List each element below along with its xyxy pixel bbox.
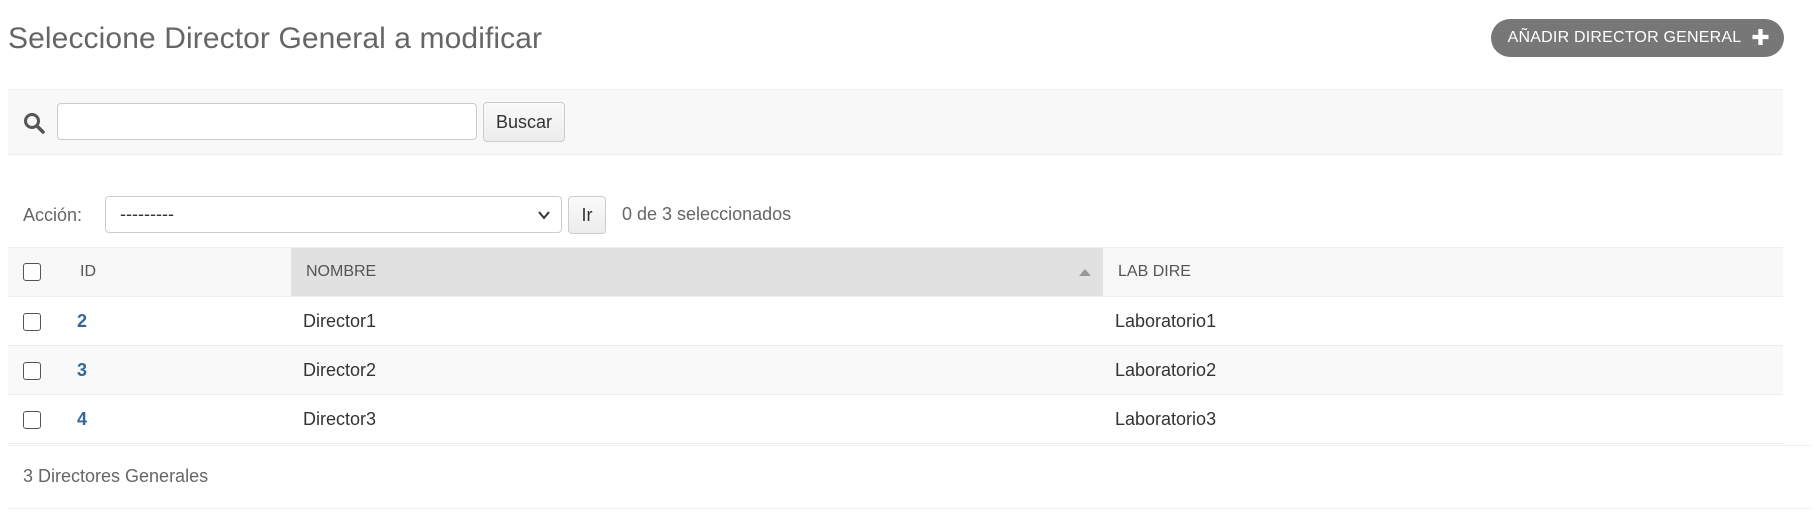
results-table: ID NOMBRE LAB DIRE 2 Director1 Laborator… <box>8 247 1783 444</box>
select-all-cell <box>8 247 65 297</box>
nombre-cell: Director2 <box>291 345 1103 395</box>
row-select-cell <box>8 394 65 444</box>
row-checkbox[interactable] <box>23 410 41 429</box>
chevron-down-icon <box>538 211 550 220</box>
search-button[interactable]: Buscar <box>483 102 565 142</box>
action-label: Acción: <box>23 205 83 225</box>
result-count: 3 Directores Generales <box>23 466 209 486</box>
id-cell: 3 <box>65 345 291 395</box>
go-button[interactable]: Ir <box>568 196 606 234</box>
column-header-id[interactable]: ID <box>65 247 291 297</box>
lab-dire-cell: Laboratorio3 <box>1103 394 1783 444</box>
search-toolbar: Buscar <box>8 89 1783 155</box>
nombre-cell: Director1 <box>291 296 1103 346</box>
action-select-value: --------- <box>120 204 174 224</box>
search-input[interactable] <box>57 103 477 140</box>
row-select-cell <box>8 296 65 346</box>
add-button-label: AÑADIR DIRECTOR GENERAL <box>1507 29 1742 46</box>
table-row: 3 Director2 Laboratorio2 <box>8 345 1783 395</box>
row-id-link[interactable]: 4 <box>65 409 87 429</box>
row-checkbox[interactable] <box>23 312 41 331</box>
search-icon <box>24 113 45 134</box>
page-title: Seleccione Director General a modificar <box>8 22 543 55</box>
id-cell: 4 <box>65 394 291 444</box>
selection-counter: 0 de 3 seleccionados <box>622 204 792 224</box>
table-row: 4 Director3 Laboratorio3 <box>8 394 1783 444</box>
paginator: 3 Directores Generales <box>8 445 1811 509</box>
column-header-nombre[interactable]: NOMBRE <box>291 247 1103 297</box>
change-list-page: Seleccione Director General a modificar … <box>0 0 1820 524</box>
lab-dire-cell: Laboratorio1 <box>1103 296 1783 346</box>
row-id-link[interactable]: 2 <box>65 311 87 331</box>
nombre-cell: Director3 <box>291 394 1103 444</box>
table-header-row: ID NOMBRE LAB DIRE <box>8 247 1783 297</box>
row-select-cell <box>8 345 65 395</box>
actions-bar: Acción: --------- Ir 0 de 3 seleccionado… <box>8 195 908 235</box>
row-id-link[interactable]: 3 <box>65 360 87 380</box>
row-checkbox[interactable] <box>23 361 41 380</box>
add-director-general-button[interactable]: AÑADIR DIRECTOR GENERAL ✚ <box>1490 19 1784 57</box>
lab-dire-cell: Laboratorio2 <box>1103 345 1783 395</box>
table-row: 2 Director1 Laboratorio1 <box>8 296 1783 346</box>
id-cell: 2 <box>65 296 291 346</box>
sort-ascending-icon[interactable] <box>1079 269 1091 276</box>
column-header-lab-dire[interactable]: LAB DIRE <box>1103 247 1783 297</box>
select-all-checkbox[interactable] <box>23 262 41 281</box>
plus-icon: ✚ <box>1751 25 1770 50</box>
action-select[interactable]: --------- <box>105 196 562 233</box>
